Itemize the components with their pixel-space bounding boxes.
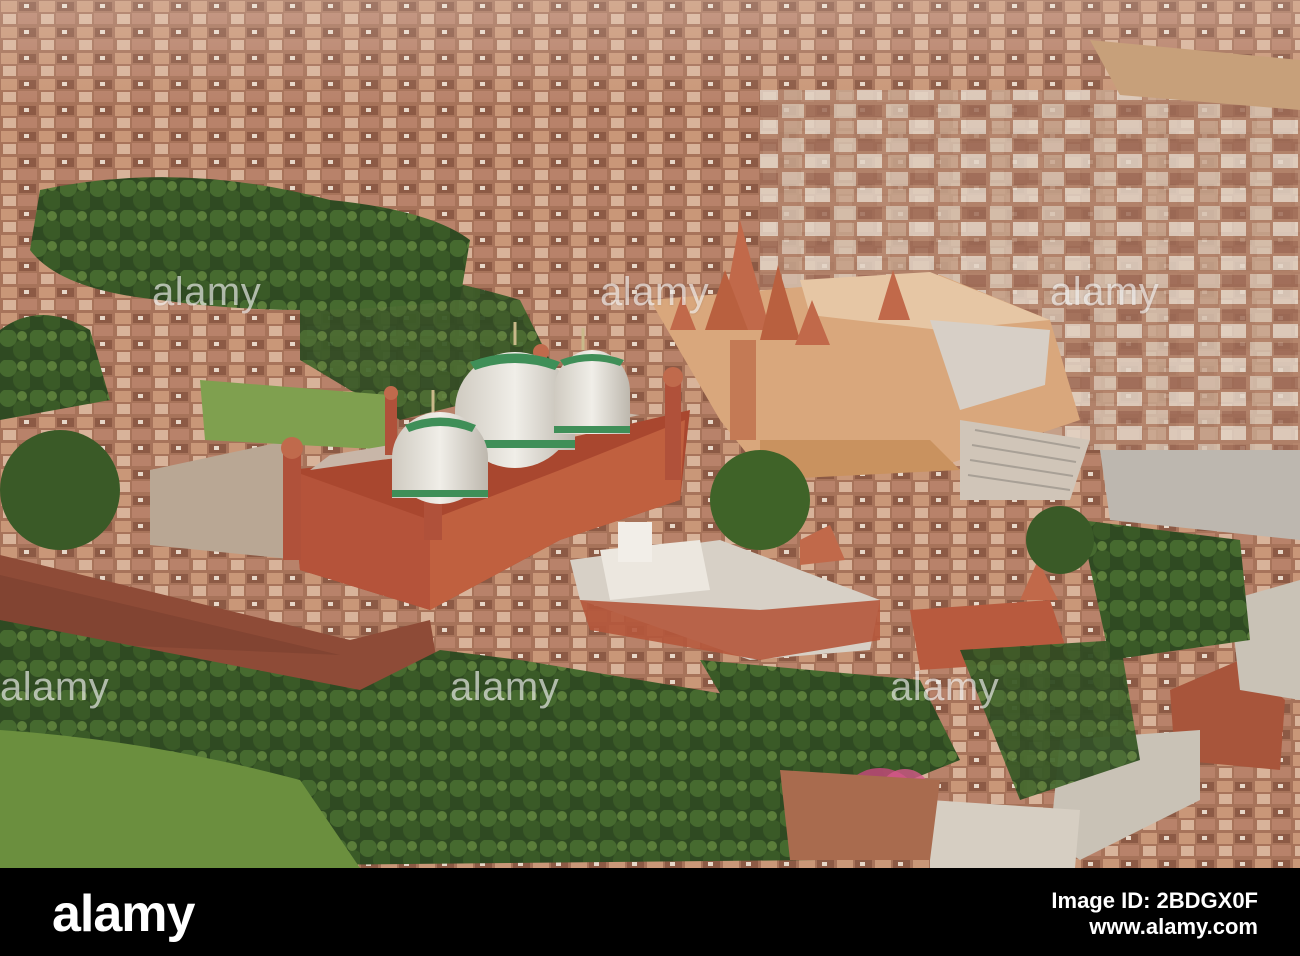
footer-meta: Image ID: 2BDGX0F www.alamy.com [1051,888,1258,940]
watermark-text: alamy [450,665,560,709]
site-url-text: www.alamy.com [1089,914,1258,939]
watermark-text: alamy [600,270,710,314]
alamy-logo: alamy [52,885,195,943]
watermark-text: alamy [0,665,110,709]
stock-photo-frame: alamy alamy alamy alamy alamy alamy alam… [0,0,1300,956]
image-id-text: Image ID: 2BDGX0F [1051,888,1258,913]
watermark-text: alamy [152,270,262,314]
watermark-text: alamy [890,665,1000,709]
watermark-text: alamy [1050,270,1160,314]
aerial-photo [0,0,1300,868]
footer-bar: alamy Image ID: 2BDGX0F www.alamy.com [0,868,1300,956]
